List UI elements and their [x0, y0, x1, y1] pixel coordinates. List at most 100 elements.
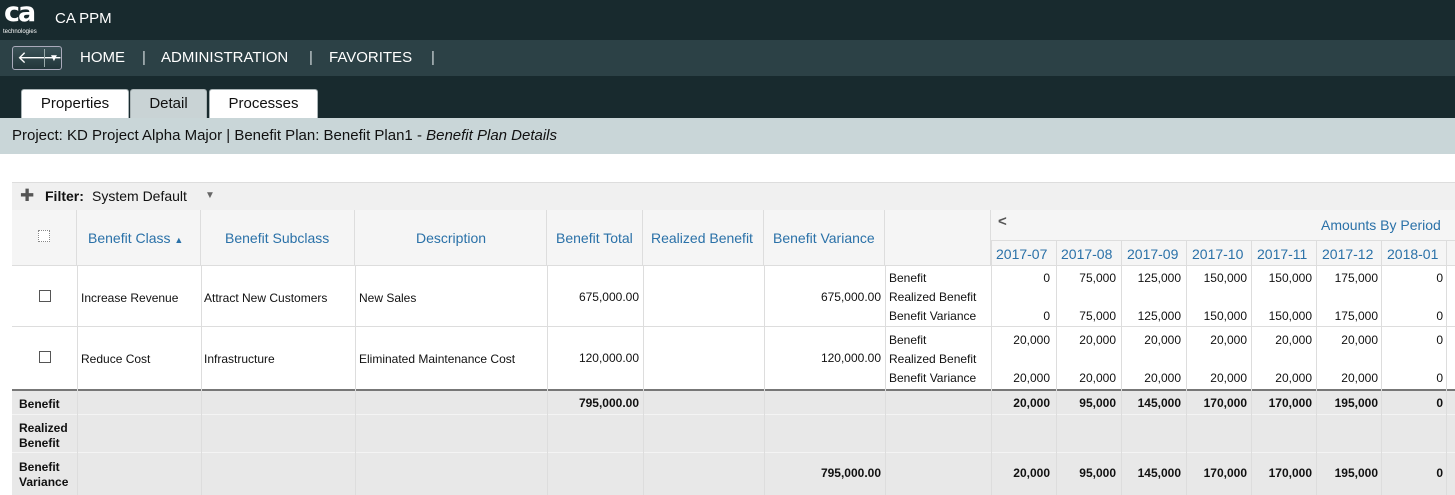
header-amounts-by-period: Amounts By Period	[1321, 217, 1441, 233]
period-value[interactable]: 0	[1043, 271, 1050, 285]
period-value: 125,000	[1137, 309, 1181, 323]
nav-administration[interactable]: ADMINISTRATION	[161, 49, 288, 66]
nav-home[interactable]: HOME	[80, 49, 125, 66]
total-period-value: 20,000	[1013, 466, 1050, 480]
nav-favorites[interactable]: FAVORITES	[329, 49, 412, 66]
row-checkbox[interactable]	[39, 351, 51, 363]
total-period-value: 170,000	[1268, 396, 1312, 410]
plus-icon[interactable]: ✚	[20, 186, 34, 206]
period-value: 20,000	[1275, 371, 1312, 385]
filter-value[interactable]: System Default	[92, 188, 187, 204]
tab-processes[interactable]: Processes	[209, 89, 318, 118]
cell-benefit-variance: 120,000.00	[820, 351, 881, 365]
total-period-value: 95,000	[1079, 396, 1116, 410]
period-header[interactable]: 2017-07	[996, 246, 1047, 262]
tab-detail[interactable]: Detail	[130, 89, 207, 118]
top-bar	[0, 0, 1455, 40]
total-period-value: 170,000	[1203, 396, 1247, 410]
cell-benefit-subclass: Infrastructure	[204, 352, 275, 366]
period-header[interactable]: 2017-10	[1192, 246, 1243, 262]
period-header[interactable]: 2017-09	[1127, 246, 1178, 262]
total-label-realized: Benefit	[19, 436, 60, 450]
period-value[interactable]: 20,000	[1013, 333, 1050, 347]
period-header[interactable]: 2017-08	[1061, 246, 1112, 262]
period-header[interactable]: 2017-11	[1257, 246, 1307, 262]
cell-benefit-total: 675,000.00	[578, 290, 639, 304]
period-value[interactable]: 20,000	[1144, 333, 1181, 347]
total-label-realized: Realized	[19, 421, 68, 435]
header-description[interactable]: Description	[416, 230, 486, 246]
total-period-value: 195,000	[1334, 466, 1378, 480]
header-benefit-total[interactable]: Benefit Total	[556, 230, 633, 246]
period-value: 20,000	[1013, 371, 1050, 385]
period-value[interactable]: 175,000	[1335, 271, 1378, 285]
total-benefit-variance: 795,000.00	[820, 466, 881, 480]
period-value[interactable]: 75,000	[1079, 271, 1116, 285]
period-value: 20,000	[1341, 371, 1378, 385]
period-value[interactable]: 20,000	[1341, 333, 1378, 347]
cell-benefit-variance: 675,000.00	[820, 290, 881, 304]
period-value: 0	[1436, 309, 1443, 323]
nav-separator: |	[142, 49, 146, 66]
total-label-variance: Variance	[19, 475, 69, 489]
header-benefit-subclass[interactable]: Benefit Subclass	[225, 230, 329, 246]
logo-subtext: technologies	[3, 29, 37, 35]
chevron-left-icon[interactable]: <	[998, 213, 1007, 230]
header-benefit-variance[interactable]: Benefit Variance	[773, 230, 875, 246]
period-header[interactable]: 2017-12	[1322, 246, 1373, 262]
period-value[interactable]: 150,000	[1269, 271, 1312, 285]
period-value: 20,000	[1079, 371, 1116, 385]
period-value[interactable]: 150,000	[1204, 271, 1247, 285]
filter-bar	[12, 182, 1455, 211]
cell-description[interactable]: New Sales	[359, 291, 416, 305]
header-benefit-class[interactable]: Benefit Class ▲	[88, 230, 183, 246]
sort-asc-icon: ▲	[174, 235, 184, 245]
total-period-value: 195,000	[1334, 396, 1378, 410]
select-all-checkbox[interactable]	[38, 230, 50, 242]
total-label-variance: Benefit	[19, 460, 60, 474]
page-title: Project: KD Project Alpha Major | Benefi…	[12, 127, 558, 144]
row-checkbox[interactable]	[39, 290, 51, 302]
total-period-value: 0	[1436, 466, 1443, 480]
caret-down-icon[interactable]: ▼	[49, 49, 59, 69]
period-value: 20,000	[1144, 371, 1181, 385]
period-value: 0	[1436, 371, 1443, 385]
metric-label: Benefit Variance	[889, 371, 977, 385]
period-value: 150,000	[1268, 309, 1312, 323]
total-period-value: 95,000	[1079, 466, 1116, 480]
cell-benefit-subclass: Attract New Customers	[204, 291, 328, 305]
total-period-value: 170,000	[1268, 466, 1312, 480]
cell-description[interactable]: Eliminated Maintenance Cost	[359, 352, 515, 366]
period-value: 175,000	[1334, 309, 1378, 323]
cell-benefit-class: Increase Revenue	[81, 291, 179, 305]
total-period-value: 145,000	[1137, 466, 1181, 480]
header-metric-col	[885, 210, 991, 265]
period-value[interactable]: 125,000	[1138, 271, 1181, 285]
metric-label: Realized Benefit	[889, 352, 977, 366]
total-period-value: 170,000	[1203, 466, 1247, 480]
period-value[interactable]: 20,000	[1275, 333, 1312, 347]
period-value[interactable]: 20,000	[1210, 333, 1247, 347]
back-button[interactable]: 🡐 ▼	[12, 46, 63, 70]
period-value[interactable]: 0	[1436, 271, 1443, 285]
period-value: 75,000	[1079, 309, 1116, 323]
period-value[interactable]: 0	[1436, 333, 1443, 347]
period-value: 20,000	[1210, 371, 1247, 385]
metric-label: Benefit	[889, 333, 927, 347]
metric-label: Benefit	[889, 271, 927, 285]
period-value[interactable]: 20,000	[1079, 333, 1116, 347]
metric-label: Realized Benefit	[889, 290, 977, 304]
app-title: CA PPM	[55, 10, 112, 27]
nav-separator: |	[309, 49, 313, 66]
tab-properties[interactable]: Properties	[21, 89, 129, 118]
nav-separator: |	[431, 49, 435, 66]
total-period-value: 0	[1436, 396, 1443, 410]
period-header[interactable]: 2018-01	[1387, 246, 1438, 262]
caret-down-icon[interactable]: ▼	[205, 190, 215, 201]
header-realized-benefit[interactable]: Realized Benefit	[651, 230, 753, 246]
total-period-value: 20,000	[1013, 396, 1050, 410]
cell-benefit-class: Reduce Cost	[81, 352, 151, 366]
back-divider	[44, 49, 45, 67]
ca-logo: ca	[4, 0, 36, 28]
cell-benefit-total: 120,000.00	[578, 351, 639, 365]
